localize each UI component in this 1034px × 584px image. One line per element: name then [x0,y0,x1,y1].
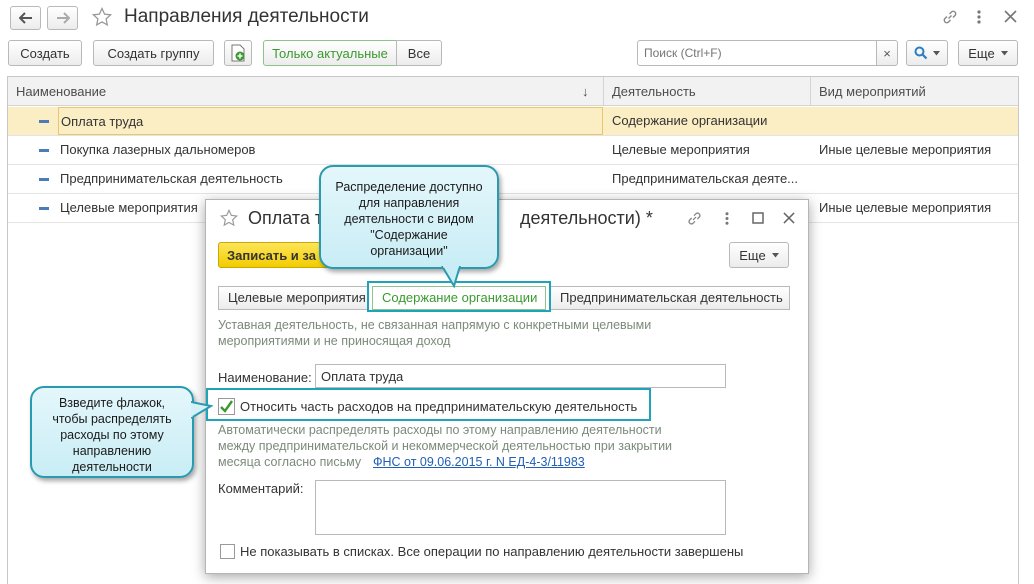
column-header-activity[interactable]: Деятельность [604,77,811,106]
form-title-suffix: деятельности) * [520,208,653,228]
close-icon[interactable] [1004,10,1017,23]
cell-activity: Целевые мероприятия [612,142,750,157]
cell-activity: Предпринимательская деяте... [612,171,799,186]
cell-event-type: Иные целевые мероприятия [819,200,992,215]
cell-event-type: Иные целевые мероприятия [819,142,992,157]
hint-line-2: между предпринимательской и некоммерческ… [218,439,673,453]
link-icon[interactable] [941,8,959,26]
item-form-window: Оплата т деятельности) * Записать и за Е… [205,199,809,574]
hide-checkbox[interactable] [220,544,235,559]
document-add-icon [230,44,246,62]
name-field[interactable] [315,364,726,388]
checkbox-highlight [206,388,651,421]
page-title: Направления деятельности [124,6,369,27]
sort-indicator-icon: ↓ [582,84,589,99]
hint-line-3: месяца согласно письму [218,455,362,469]
comment-field[interactable] [315,480,726,535]
more-button[interactable]: Еще [958,40,1018,66]
hide-checkbox-label[interactable]: Не показывать в списках. Все операции по… [240,544,743,559]
all-button[interactable]: Все [396,40,442,66]
clear-search-button[interactable]: × [876,40,898,66]
more-vertical-icon[interactable] [976,8,982,26]
create-button[interactable]: Создать [8,40,82,66]
callout-top-text: Распределение доступно для направления д… [335,180,483,258]
link-icon[interactable] [686,210,703,227]
cell-name: Оплата труда [58,107,603,135]
item-icon [39,149,49,152]
hint-line-1: Автоматически распределять расходы по эт… [218,423,662,437]
tab-description: Уставная деятельность, не связанная напр… [218,318,652,348]
arrow-right-icon [56,12,70,24]
chevron-down-icon [933,50,940,56]
star-icon[interactable] [220,209,238,227]
close-icon[interactable] [783,212,795,224]
fns-letter-link[interactable]: ФНС от 09.06.2015 г. N ЕД-4-3/11983 [373,454,585,470]
tab-entrepreneurial-activity[interactable]: Предпринимательская деятельность [550,286,790,310]
callout-left-text: Взведите флажок, чтобы распределять расх… [52,396,172,474]
column-header-name[interactable]: Наименование ↓ [8,77,604,106]
table-row[interactable]: Оплата труда Содержание организации [8,107,1018,136]
cell-activity: Содержание организации [612,113,768,128]
forward-button[interactable] [47,6,78,30]
item-icon [39,207,49,210]
cell-event-type [819,107,1014,135]
search-button[interactable] [906,40,948,66]
callout-left: Взведите флажок, чтобы распределять расх… [30,386,194,478]
only-actual-button[interactable]: Только актуальные [263,40,397,66]
create-group-button[interactable]: Создать группу [93,40,214,66]
cell-event-type [819,165,1014,193]
arrow-left-icon [18,12,33,24]
column-header-name-label: Наименование [16,84,107,99]
item-icon [39,178,49,181]
back-button[interactable] [10,6,41,30]
cell-name: Покупка лазерных дальномеров [60,142,256,157]
form-more-label: Еще [739,247,766,263]
column-header-event-type[interactable]: Вид мероприятий [811,77,1020,106]
tab-target-events[interactable]: Целевые мероприятия [218,286,368,310]
star-icon[interactable] [92,7,112,27]
table-row[interactable]: Предпринимательская деятельность Предпри… [8,165,1018,194]
name-label: Наименование: [218,370,312,385]
callout-left-pointer [191,401,213,419]
table-row[interactable]: Покупка лазерных дальномеров Целевые мер… [8,136,1018,165]
callout-top-pointer [441,266,461,288]
more-vertical-icon[interactable] [724,210,730,227]
form-more-button[interactable]: Еще [729,242,789,268]
item-icon [39,120,49,123]
chevron-down-icon [1000,50,1008,56]
table-header: Наименование ↓ Деятельность Вид мероприя… [8,77,1018,106]
add-from-copy-button[interactable] [224,40,252,66]
search-icon [914,46,928,60]
more-button-label: Еще [968,45,995,61]
callout-top: Распределение доступно для направления д… [319,165,499,269]
search-input[interactable] [637,40,877,66]
maximize-icon[interactable] [752,212,764,224]
form-title: Оплата т [248,208,324,228]
chevron-down-icon [771,252,779,258]
comment-label: Комментарий: [218,481,304,496]
